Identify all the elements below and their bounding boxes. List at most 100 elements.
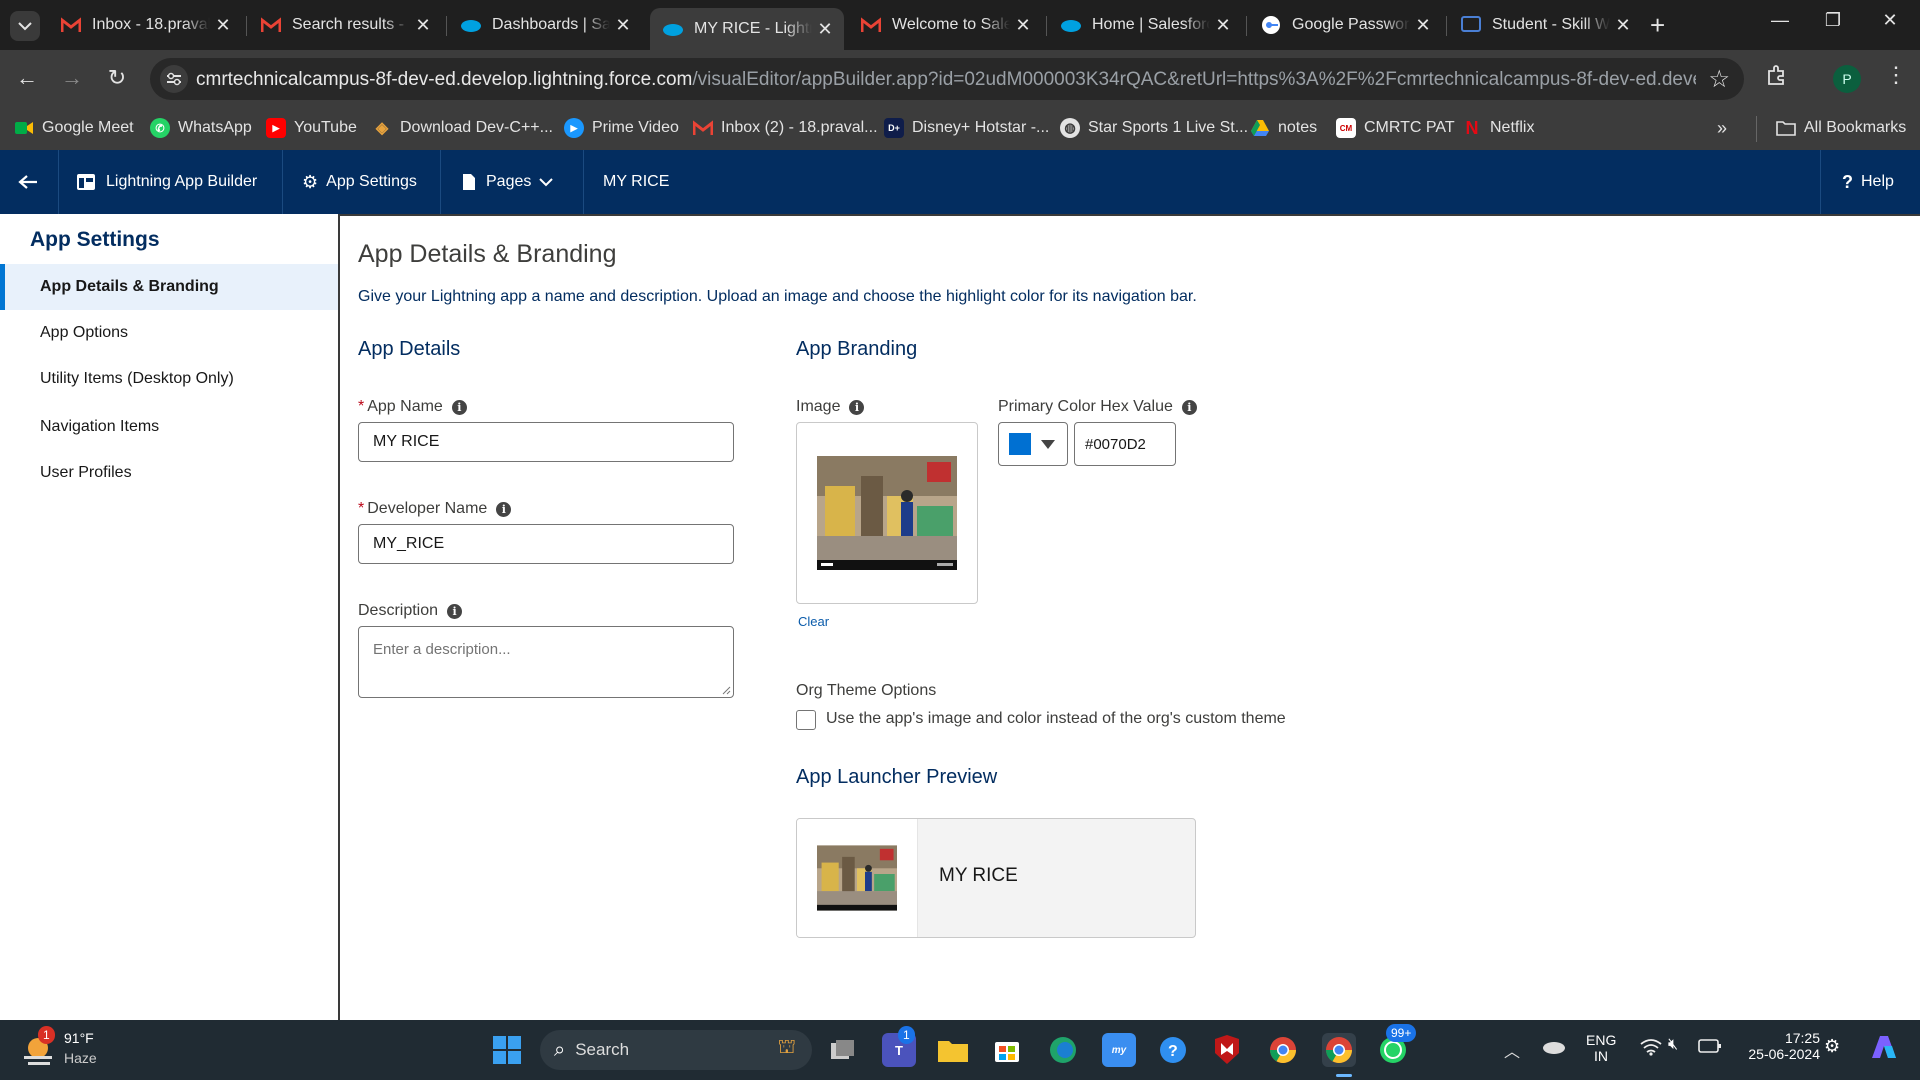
lightning-app-builder-button[interactable]: Lightning App Builder (76, 150, 257, 214)
hex-color-input[interactable]: #0070D2 (1074, 422, 1176, 466)
bookmark-item[interactable]: Google Meet (14, 118, 134, 138)
back-arrow-icon[interactable]: ← (12, 65, 42, 91)
close-icon[interactable]: ✕ (610, 15, 636, 36)
microsoft-store-icon[interactable] (990, 1033, 1024, 1067)
close-icon[interactable]: ✕ (410, 15, 436, 36)
sidebar-item-app-options[interactable]: App Options (0, 310, 338, 356)
chrome-profile-icon[interactable] (1322, 1033, 1356, 1067)
file-explorer-icon[interactable] (936, 1033, 970, 1067)
google-meet-icon (14, 118, 34, 138)
browser-tab[interactable]: Google Passwor ✕ (1248, 8, 1442, 42)
app-image-thumbnail (817, 456, 957, 570)
search-highlight-icon: ⛫ (777, 1036, 796, 1058)
bookmark-item[interactable]: ▶ YouTube (266, 118, 357, 138)
browser-tab[interactable]: Search results - 1 ✕ (248, 8, 442, 42)
new-tab-button[interactable]: + (1650, 12, 1665, 38)
info-icon[interactable]: i (849, 399, 865, 415)
bookmark-item[interactable]: ✆ WhatsApp (150, 118, 252, 138)
sidebar-item-navigation-items[interactable]: Navigation Items (0, 404, 338, 450)
pages-menu-button[interactable]: Pages (462, 150, 554, 214)
edge-icon[interactable] (1046, 1033, 1080, 1067)
resize-grip-icon[interactable] (721, 685, 731, 695)
minimize-icon[interactable]: — (1760, 10, 1800, 31)
more-menu-icon[interactable]: ⋮ (1885, 62, 1907, 88)
sidebar-item-utility-items[interactable]: Utility Items (Desktop Only) (0, 356, 338, 402)
site-settings-icon[interactable] (160, 65, 188, 93)
chevron-up-icon[interactable]: ︿ (1504, 1038, 1520, 1062)
developer-name-input[interactable]: MY_RICE (358, 524, 734, 564)
close-icon[interactable]: ✕ (1610, 15, 1636, 36)
more-bookmarks-icon[interactable]: » (1717, 118, 1727, 139)
info-icon[interactable]: i (1181, 399, 1197, 415)
back-button[interactable] (18, 150, 38, 214)
close-icon[interactable]: ✕ (1010, 15, 1036, 36)
forward-arrow-icon[interactable]: → (57, 65, 87, 91)
app-settings-button[interactable]: ⚙ App Settings (302, 150, 417, 214)
close-icon[interactable]: ✕ (1410, 15, 1436, 36)
sidebar-item-user-profiles[interactable]: User Profiles (0, 450, 338, 496)
volume-muted-icon[interactable]: 🔇︎ (1668, 1036, 1678, 1054)
bookmark-item[interactable]: ◈ Download Dev-C++... (372, 118, 553, 138)
bookmark-item[interactable]: N Netflix (1462, 118, 1535, 138)
reload-icon[interactable]: ↻ (102, 65, 132, 91)
bookmark-item[interactable]: ▶ Prime Video (564, 118, 679, 138)
close-icon[interactable]: ✕ (210, 15, 236, 36)
wifi-icon[interactable] (1640, 1038, 1662, 1061)
sidebar-item-app-details-branding[interactable]: App Details & Branding (0, 264, 338, 310)
google-drive-icon (1250, 118, 1270, 138)
tab-title: Search results - 1 (292, 16, 410, 33)
info-icon[interactable]: i (451, 399, 467, 415)
restore-icon[interactable]: ❐ (1813, 10, 1853, 31)
description-textarea[interactable]: Enter a description... (358, 626, 734, 698)
clear-image-link[interactable]: Clear (798, 614, 829, 629)
copilot-icon[interactable] (1868, 1032, 1900, 1069)
gmail-icon (60, 14, 82, 36)
bookmark-item[interactable]: notes (1250, 118, 1317, 138)
address-bar[interactable]: cmrtechnicalcampus-8f-dev-ed.develop.lig… (150, 58, 1744, 100)
browser-tab-active[interactable]: MY RICE - Lightn ✕ (650, 8, 844, 50)
language-indicator[interactable]: ENG IN (1586, 1032, 1616, 1064)
browser-tab[interactable]: Dashboards | Sal ✕ (448, 8, 642, 42)
battery-icon[interactable] (1698, 1038, 1722, 1059)
mcafee-icon[interactable] (1210, 1033, 1244, 1067)
window-close-icon[interactable]: ✕ (1870, 10, 1910, 31)
app-image-upload[interactable] (796, 422, 978, 604)
close-icon[interactable]: ✕ (812, 19, 838, 40)
extensions-icon[interactable] (1766, 64, 1788, 91)
onedrive-icon[interactable] (1540, 1038, 1566, 1059)
close-icon[interactable]: ✕ (1210, 15, 1236, 36)
org-theme-checkbox-label[interactable]: Use the app's image and color instead of… (826, 710, 1286, 728)
bookmark-star-icon[interactable]: ☆ (1708, 65, 1730, 94)
url-path: /visualEditor/appBuilder.app?id=02udM000… (692, 69, 1696, 90)
clock[interactable]: 17:25 25-06-2024 (1740, 1030, 1820, 1062)
browser-tab[interactable]: Welcome to Sale ✕ (848, 8, 1042, 42)
taskbar-search[interactable]: ⌕ Search ⛫ (540, 1030, 812, 1070)
browser-tab[interactable]: Home | Salesforc ✕ (1048, 8, 1242, 42)
weather-condition: Haze (64, 1050, 97, 1066)
notification-settings-icon[interactable]: ⚙ (1824, 1036, 1840, 1057)
bookmark-item[interactable]: D+ Disney+ Hotstar -... (884, 118, 1049, 138)
bookmark-item[interactable]: Inbox (2) - 18.praval... (693, 118, 878, 138)
browser-tab[interactable]: Inbox - 18.praval ✕ (48, 8, 242, 42)
windows-start-icon[interactable] (490, 1033, 524, 1067)
mysql-app-icon[interactable]: my (1102, 1033, 1136, 1067)
chrome-icon[interactable] (1266, 1033, 1300, 1067)
gear-icon: ⚙ (302, 171, 319, 192)
app-details-heading: App Details (358, 338, 461, 360)
browser-tab[interactable]: Student - Skill W ✕ (1448, 8, 1642, 42)
task-view-icon[interactable] (826, 1033, 860, 1067)
tab-search-button[interactable] (10, 11, 40, 41)
bookmark-item[interactable]: ◍ Star Sports 1 Live St... (1060, 118, 1248, 138)
org-theme-checkbox[interactable] (796, 710, 816, 730)
color-picker-button[interactable] (998, 422, 1068, 466)
profile-avatar[interactable]: P (1833, 65, 1861, 93)
help-button[interactable]: ? Help (1842, 150, 1894, 214)
info-icon[interactable]: i (496, 501, 512, 517)
bookmark-item[interactable]: CM CMRTC PAT (1336, 118, 1455, 138)
get-help-icon[interactable]: ? (1156, 1033, 1190, 1067)
all-bookmarks[interactable]: All Bookmarks (1776, 118, 1906, 138)
url-text[interactable]: cmrtechnicalcampus-8f-dev-ed.develop.lig… (196, 69, 1696, 91)
app-name-input[interactable]: MY RICE (358, 422, 734, 462)
info-icon[interactable]: i (447, 603, 463, 619)
bookmarks-bar: Google Meet ✆ WhatsApp ▶ YouTube ◈ Downl… (0, 108, 1920, 150)
